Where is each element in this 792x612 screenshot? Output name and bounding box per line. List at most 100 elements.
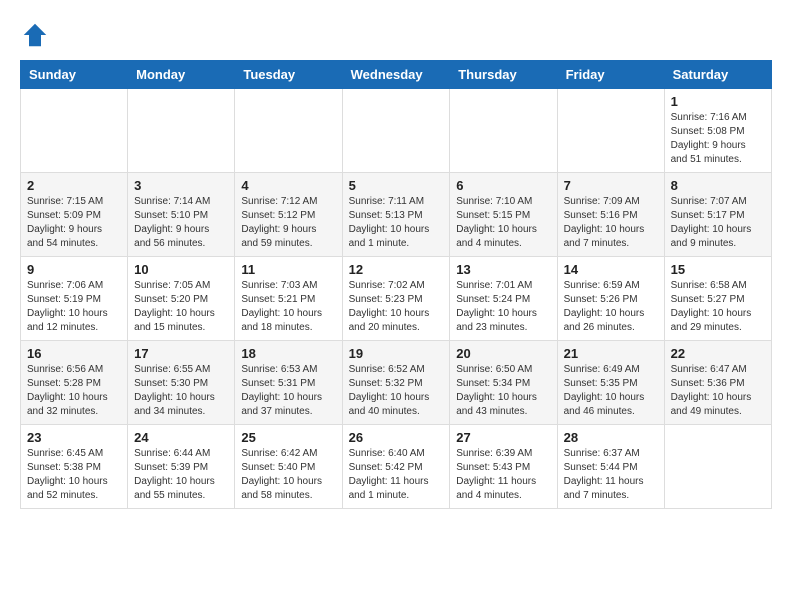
calendar-cell: 9 Sunrise: 7:06 AM Sunset: 5:19 PM Daylig… bbox=[21, 257, 128, 341]
calendar-cell: 15 Sunrise: 6:58 AM Sunset: 5:27 PM Dayli… bbox=[664, 257, 771, 341]
calendar-cell bbox=[450, 89, 557, 173]
day-info: Sunrise: 7:01 AM Sunset: 5:24 PM Dayligh… bbox=[456, 279, 550, 335]
day-info: Sunrise: 6:47 AM Sunset: 5:36 PM Dayligh… bbox=[671, 363, 765, 419]
day-info: Sunrise: 6:52 AM Sunset: 5:32 PM Dayligh… bbox=[349, 363, 444, 419]
calendar-cell: 12Sunrise: 7:02 AM Sunset: 5:23 PM Dayli… bbox=[342, 257, 450, 341]
day-number: 21 bbox=[564, 346, 658, 361]
calendar-cell: 4 Sunrise: 7:12 AM Sunset: 5:12 PM Daylig… bbox=[235, 173, 342, 257]
day-number: 19 bbox=[349, 346, 444, 361]
day-info: Sunrise: 6:59 AM Sunset: 5:26 PM Dayligh… bbox=[564, 279, 658, 335]
calendar-cell: 24 Sunrise: 6:44 AM Sunset: 5:39 PM Dayli… bbox=[128, 425, 235, 509]
day-number: 4 bbox=[241, 178, 335, 193]
day-number: 12 bbox=[349, 262, 444, 277]
calendar-week-row: 9 Sunrise: 7:06 AM Sunset: 5:19 PM Daylig… bbox=[21, 257, 772, 341]
calendar-cell: 7Sunrise: 7:09 AM Sunset: 5:16 PM Daylig… bbox=[557, 173, 664, 257]
day-number: 16 bbox=[27, 346, 121, 361]
calendar-cell: 26 Sunrise: 6:40 AM Sunset: 5:42 PM Dayli… bbox=[342, 425, 450, 509]
calendar-cell: 1 Sunrise: 7:16 AM Sunset: 5:08 PM Daylig… bbox=[664, 89, 771, 173]
calendar-cell: 21Sunrise: 6:49 AM Sunset: 5:35 PM Dayli… bbox=[557, 341, 664, 425]
calendar-cell: 16 Sunrise: 6:56 AM Sunset: 5:28 PM Dayli… bbox=[21, 341, 128, 425]
day-info: Sunrise: 6:50 AM Sunset: 5:34 PM Dayligh… bbox=[456, 363, 550, 419]
day-number: 26 bbox=[349, 430, 444, 445]
day-number: 14 bbox=[564, 262, 658, 277]
calendar-week-row: 23 Sunrise: 6:45 AM Sunset: 5:38 PM Dayli… bbox=[21, 425, 772, 509]
day-info: Sunrise: 7:05 AM Sunset: 5:20 PM Dayligh… bbox=[134, 279, 228, 335]
day-number: 10 bbox=[134, 262, 228, 277]
calendar-week-row: 2Sunrise: 7:15 AM Sunset: 5:09 PM Daylig… bbox=[21, 173, 772, 257]
day-info: Sunrise: 7:14 AM Sunset: 5:10 PM Dayligh… bbox=[134, 195, 228, 251]
calendar-cell: 17 Sunrise: 6:55 AM Sunset: 5:30 PM Dayli… bbox=[128, 341, 235, 425]
day-number: 7 bbox=[564, 178, 658, 193]
day-number: 13 bbox=[456, 262, 550, 277]
calendar-cell: 13 Sunrise: 7:01 AM Sunset: 5:24 PM Dayli… bbox=[450, 257, 557, 341]
day-number: 18 bbox=[241, 346, 335, 361]
logo-icon bbox=[20, 20, 50, 50]
weekday-header: Saturday bbox=[664, 61, 771, 89]
day-info: Sunrise: 6:39 AM Sunset: 5:43 PM Dayligh… bbox=[456, 447, 550, 503]
calendar-cell: 28 Sunrise: 6:37 AM Sunset: 5:44 PM Dayli… bbox=[557, 425, 664, 509]
day-number: 28 bbox=[564, 430, 658, 445]
weekday-header: Tuesday bbox=[235, 61, 342, 89]
calendar-cell: 3 Sunrise: 7:14 AM Sunset: 5:10 PM Daylig… bbox=[128, 173, 235, 257]
calendar-cell bbox=[235, 89, 342, 173]
day-number: 22 bbox=[671, 346, 765, 361]
calendar-cell bbox=[664, 425, 771, 509]
day-info: Sunrise: 7:11 AM Sunset: 5:13 PM Dayligh… bbox=[349, 195, 444, 251]
logo bbox=[20, 20, 54, 50]
day-info: Sunrise: 7:12 AM Sunset: 5:12 PM Dayligh… bbox=[241, 195, 335, 251]
day-number: 6 bbox=[456, 178, 550, 193]
day-info: Sunrise: 7:06 AM Sunset: 5:19 PM Dayligh… bbox=[27, 279, 121, 335]
weekday-header: Sunday bbox=[21, 61, 128, 89]
calendar-cell bbox=[557, 89, 664, 173]
calendar-cell: 10 Sunrise: 7:05 AM Sunset: 5:20 PM Dayli… bbox=[128, 257, 235, 341]
day-info: Sunrise: 6:37 AM Sunset: 5:44 PM Dayligh… bbox=[564, 447, 658, 503]
day-number: 9 bbox=[27, 262, 121, 277]
day-number: 8 bbox=[671, 178, 765, 193]
day-info: Sunrise: 6:56 AM Sunset: 5:28 PM Dayligh… bbox=[27, 363, 121, 419]
day-number: 24 bbox=[134, 430, 228, 445]
day-info: Sunrise: 6:40 AM Sunset: 5:42 PM Dayligh… bbox=[349, 447, 444, 503]
day-info: Sunrise: 6:53 AM Sunset: 5:31 PM Dayligh… bbox=[241, 363, 335, 419]
day-info: Sunrise: 7:07 AM Sunset: 5:17 PM Dayligh… bbox=[671, 195, 765, 251]
day-number: 25 bbox=[241, 430, 335, 445]
calendar-cell: 22 Sunrise: 6:47 AM Sunset: 5:36 PM Dayli… bbox=[664, 341, 771, 425]
day-number: 17 bbox=[134, 346, 228, 361]
calendar-cell bbox=[342, 89, 450, 173]
weekday-header: Friday bbox=[557, 61, 664, 89]
day-info: Sunrise: 6:58 AM Sunset: 5:27 PM Dayligh… bbox=[671, 279, 765, 335]
calendar-cell: 20 Sunrise: 6:50 AM Sunset: 5:34 PM Dayli… bbox=[450, 341, 557, 425]
calendar-week-row: 16 Sunrise: 6:56 AM Sunset: 5:28 PM Dayli… bbox=[21, 341, 772, 425]
day-number: 2 bbox=[27, 178, 121, 193]
calendar-cell: 14 Sunrise: 6:59 AM Sunset: 5:26 PM Dayli… bbox=[557, 257, 664, 341]
day-info: Sunrise: 6:42 AM Sunset: 5:40 PM Dayligh… bbox=[241, 447, 335, 503]
day-info: Sunrise: 6:45 AM Sunset: 5:38 PM Dayligh… bbox=[27, 447, 121, 503]
weekday-header: Wednesday bbox=[342, 61, 450, 89]
day-info: Sunrise: 6:44 AM Sunset: 5:39 PM Dayligh… bbox=[134, 447, 228, 503]
calendar-cell: 19 Sunrise: 6:52 AM Sunset: 5:32 PM Dayli… bbox=[342, 341, 450, 425]
day-number: 15 bbox=[671, 262, 765, 277]
calendar-cell: 18 Sunrise: 6:53 AM Sunset: 5:31 PM Dayli… bbox=[235, 341, 342, 425]
day-number: 11 bbox=[241, 262, 335, 277]
calendar-cell bbox=[128, 89, 235, 173]
day-number: 3 bbox=[134, 178, 228, 193]
calendar-cell: 8 Sunrise: 7:07 AM Sunset: 5:17 PM Daylig… bbox=[664, 173, 771, 257]
day-number: 1 bbox=[671, 94, 765, 109]
calendar-week-row: 1 Sunrise: 7:16 AM Sunset: 5:08 PM Daylig… bbox=[21, 89, 772, 173]
day-info: Sunrise: 6:55 AM Sunset: 5:30 PM Dayligh… bbox=[134, 363, 228, 419]
day-number: 5 bbox=[349, 178, 444, 193]
calendar-cell: 2Sunrise: 7:15 AM Sunset: 5:09 PM Daylig… bbox=[21, 173, 128, 257]
day-number: 27 bbox=[456, 430, 550, 445]
calendar-header-row: SundayMondayTuesdayWednesdayThursdayFrid… bbox=[21, 61, 772, 89]
day-info: Sunrise: 7:10 AM Sunset: 5:15 PM Dayligh… bbox=[456, 195, 550, 251]
day-number: 23 bbox=[27, 430, 121, 445]
calendar-cell: 23 Sunrise: 6:45 AM Sunset: 5:38 PM Dayli… bbox=[21, 425, 128, 509]
weekday-header: Thursday bbox=[450, 61, 557, 89]
weekday-header: Monday bbox=[128, 61, 235, 89]
calendar-cell: 5 Sunrise: 7:11 AM Sunset: 5:13 PM Daylig… bbox=[342, 173, 450, 257]
day-info: Sunrise: 7:16 AM Sunset: 5:08 PM Dayligh… bbox=[671, 111, 765, 167]
page-header bbox=[20, 20, 772, 50]
day-info: Sunrise: 7:03 AM Sunset: 5:21 PM Dayligh… bbox=[241, 279, 335, 335]
calendar-cell: 6 Sunrise: 7:10 AM Sunset: 5:15 PM Daylig… bbox=[450, 173, 557, 257]
calendar-cell bbox=[21, 89, 128, 173]
day-number: 20 bbox=[456, 346, 550, 361]
